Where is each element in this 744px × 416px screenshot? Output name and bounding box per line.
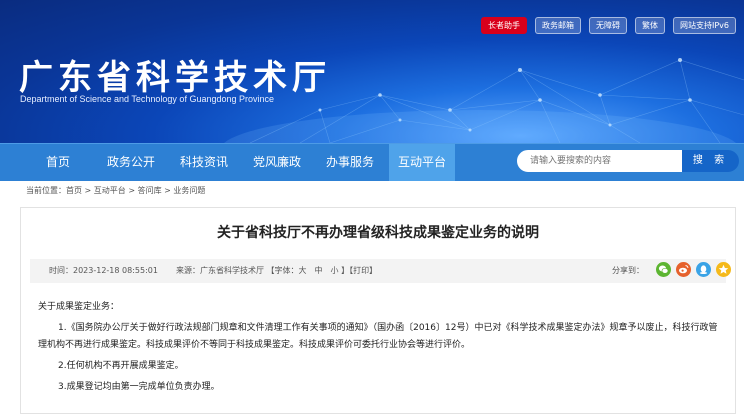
article-body: 关于成果鉴定业务： 1.《国务院办公厅关于做好行政法规部门规章和文件清理工作有关… <box>38 299 718 400</box>
site-title: 广东省科学技术厅 <box>19 58 331 98</box>
nav-item-gov-affairs[interactable]: 政务公开 <box>100 144 162 181</box>
share-label: 分享到： <box>612 266 644 275</box>
nav-item-interaction[interactable]: 互动平台 <box>389 144 455 181</box>
site-banner: 长者助手 政务邮箱 无障碍 繁体 网站支持IPv6 广东省科学技术厅 Depar… <box>0 0 744 143</box>
top-links: 长者助手 政务邮箱 无障碍 繁体 网站支持IPv6 <box>480 17 736 34</box>
wechat-icon[interactable] <box>656 262 671 277</box>
article-paragraph: 2.任何机构不再开展成果鉴定。 <box>58 361 184 371</box>
qzone-icon[interactable] <box>716 262 731 277</box>
article-paragraph: 1.《国务院办公厅关于做好行政法规部门规章和文件清理工作有关事项的通知》（国办函… <box>38 323 718 350</box>
article-paragraph: 3.成果登记均由第一完成单位负责办理。 <box>58 382 220 392</box>
traditional-chinese-link[interactable]: 繁体 <box>634 17 665 34</box>
ipv6-support-badge: 网站支持IPv6 <box>672 17 736 34</box>
nav-item-services[interactable]: 办事服务 <box>319 144 381 181</box>
article-title: 关于省科技厅不再办理省级科技成果鉴定业务的说明 <box>217 225 539 241</box>
elder-assistant-link[interactable]: 长者助手 <box>480 17 527 34</box>
nav-item-integrity[interactable]: 党风廉政 <box>246 144 308 181</box>
accessibility-link[interactable]: 无障碍 <box>588 17 627 34</box>
search-button[interactable]: 搜 索 <box>682 150 739 172</box>
site-search: 搜 索 <box>517 150 739 172</box>
search-input[interactable] <box>517 150 694 172</box>
qq-icon[interactable] <box>696 262 711 277</box>
article-meta-bar: 时间：2023-12-18 08:55:01 来源：广东省科学技术厅 【字体：大… <box>30 259 731 283</box>
article-time: 时间：2023-12-18 08:55:01 <box>49 266 158 275</box>
nav-item-home[interactable]: 首页 <box>32 144 84 181</box>
article-paragraph: 关于成果鉴定业务： <box>38 302 120 312</box>
nav-item-sci-news[interactable]: 科技资讯 <box>173 144 235 181</box>
article-source-font-print[interactable]: 来源：广东省科学技术厅 【字体：大 中 小 】【打印】 <box>176 265 377 276</box>
gov-mail-link[interactable]: 政务邮箱 <box>534 17 581 34</box>
site-title-english: Department of Science and Technology of … <box>20 94 274 104</box>
article-panel: 关于省科技厅不再办理省级科技成果鉴定业务的说明 时间：2023-12-18 08… <box>20 207 736 414</box>
weibo-icon[interactable] <box>676 262 691 277</box>
breadcrumb: 当前位置：首页 > 互动平台 > 答问库 > 业务问题 <box>26 186 206 195</box>
